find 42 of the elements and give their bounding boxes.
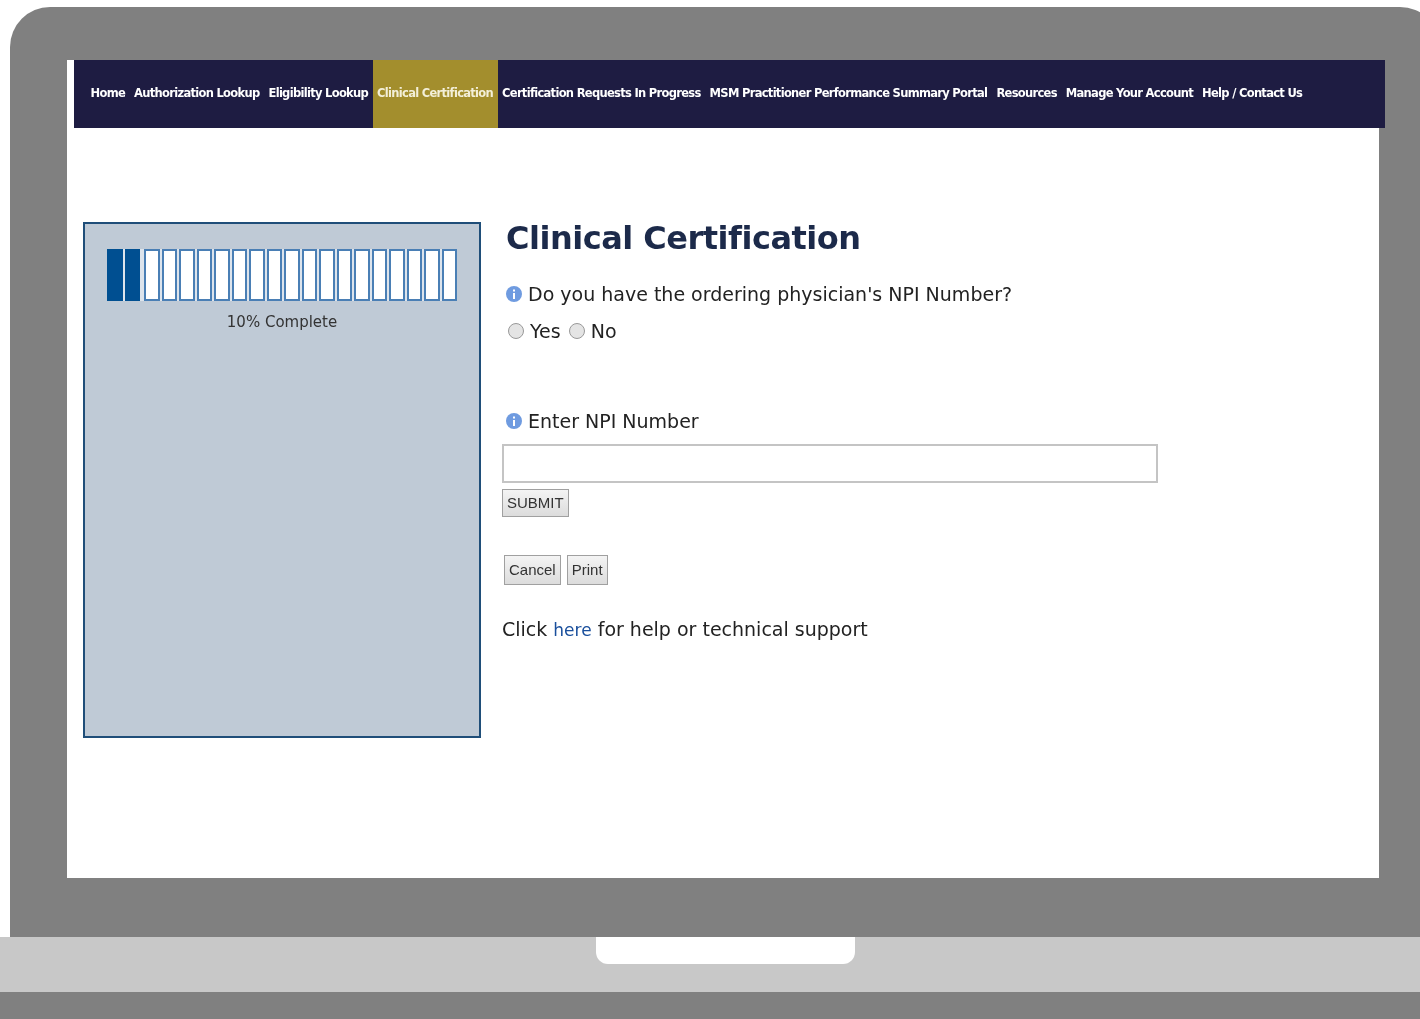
field-label: Enter NPI Number <box>528 409 699 434</box>
nav-link[interactable]: Certification Requests In Progress <box>497 60 706 128</box>
progress-segment <box>319 249 335 301</box>
nav-link[interactable]: Help / Contact Us <box>1197 60 1307 128</box>
progress-segment <box>354 249 370 301</box>
progress-segment <box>441 249 457 301</box>
page-title: Clinical Certification <box>506 218 862 258</box>
info-icon <box>506 286 522 302</box>
radio-option[interactable]: No <box>568 316 617 345</box>
progress-segment <box>424 249 440 301</box>
progress-segment <box>214 249 230 301</box>
progress-segment <box>266 249 282 301</box>
progress-segment <box>371 249 387 301</box>
radio-option[interactable]: Yes <box>508 316 561 345</box>
progress-segment <box>336 249 352 301</box>
action-button[interactable]: Cancel <box>504 554 561 585</box>
submit-button[interactable]: SUBMIT <box>502 488 569 517</box>
progress-label: 10% Complete <box>226 312 338 333</box>
radio-button[interactable] <box>568 322 585 339</box>
help-link[interactable]: here <box>553 619 592 640</box>
progress-segment <box>196 249 212 301</box>
progress-segment <box>249 249 265 301</box>
nav-link[interactable]: Eligibility Lookup <box>264 60 373 128</box>
progress-segment <box>231 249 247 301</box>
info-icon <box>506 413 522 429</box>
question-label: Do you have the ordering physician's NPI Number? <box>528 282 1013 307</box>
progress-segment <box>179 249 195 301</box>
nav-link[interactable]: Resources <box>991 60 1062 128</box>
nav-link[interactable]: Home <box>86 60 130 128</box>
progress-segment <box>389 249 405 301</box>
action-button[interactable]: Print <box>566 554 608 585</box>
nav-link[interactable]: Authorization Lookup <box>129 60 264 128</box>
progress-segment <box>144 249 160 301</box>
nav-link[interactable]: Manage Your Account <box>1061 60 1198 128</box>
radio-button[interactable] <box>508 322 524 339</box>
nav-link[interactable]: MSM Practitioner Performance Summary Portal <box>705 60 992 128</box>
progress-segment <box>284 249 300 301</box>
progress-segment <box>406 249 422 301</box>
npi-input-field[interactable] <box>502 443 1158 483</box>
progress-segment <box>161 249 177 301</box>
progress-segment <box>301 249 317 301</box>
help-text: Click here for help or technical support <box>502 616 869 642</box>
